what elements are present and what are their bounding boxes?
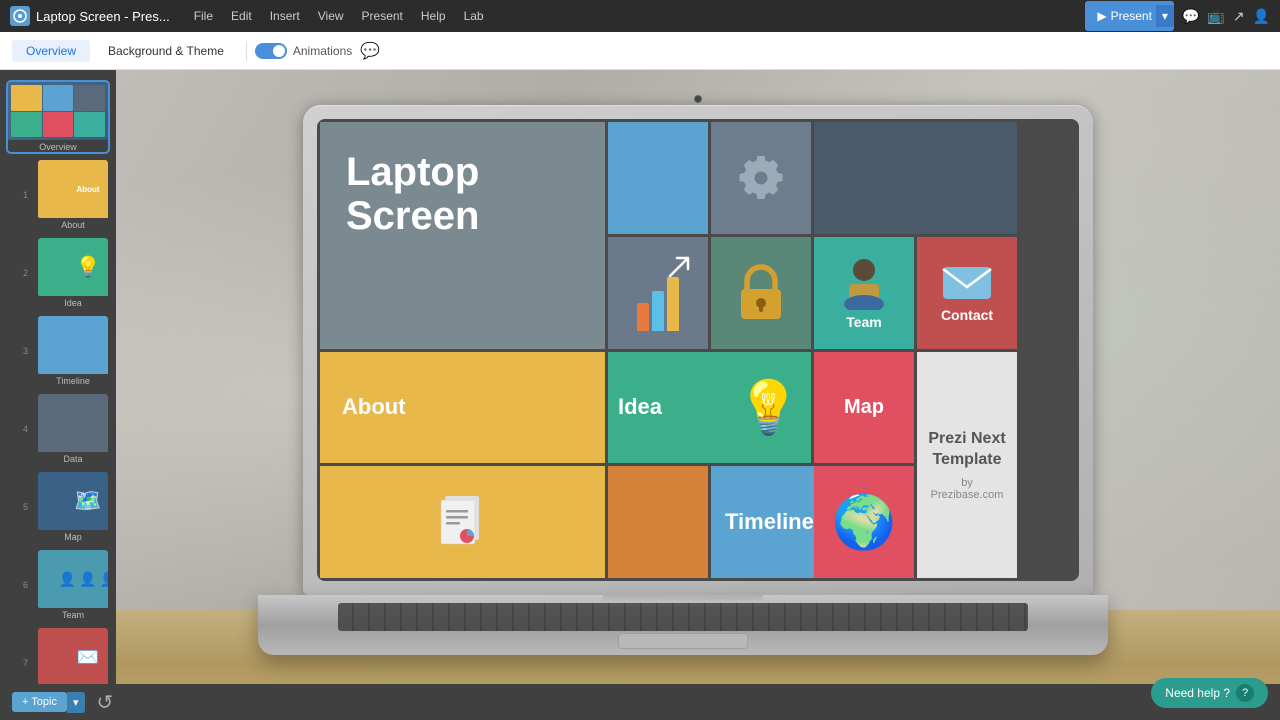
slide-item-team[interactable]: 👤👤👤 Team <box>38 550 108 620</box>
tile-chart[interactable] <box>608 237 708 349</box>
laptop-wrapper: LaptopScreen TeamContact AboutIdea💡MapPrez… <box>288 105 1108 655</box>
animations-switch[interactable] <box>255 43 287 59</box>
toolbar-divider <box>246 41 247 61</box>
slide-item-data[interactable]: Data <box>38 394 108 464</box>
slide-number-1: 1 <box>18 190 28 200</box>
tile-gear[interactable] <box>711 122 811 234</box>
share-icon[interactable]: ↗ <box>1233 8 1245 25</box>
sidebar: Overview 1 About About 2 💡 Idea 3 <box>0 70 116 720</box>
menu-bar: File Edit Insert View Present Help Lab <box>186 7 492 25</box>
menu-edit[interactable]: Edit <box>223 7 260 25</box>
slide-number-5: 5 <box>18 502 28 512</box>
tile-lock[interactable] <box>711 237 811 349</box>
slide-item-about[interactable]: About About <box>38 160 108 230</box>
slide-label-timeline: Timeline <box>38 376 108 386</box>
slide-item-timeline[interactable]: Timeline <box>38 316 108 386</box>
tile-dark-top[interactable] <box>814 122 1017 234</box>
tile-globe[interactable]: 🌍 <box>814 466 914 578</box>
tile-title[interactable]: LaptopScreen <box>320 122 605 349</box>
slide-row-4: 4 Data <box>0 390 116 468</box>
animations-label: Animations <box>293 44 352 58</box>
slide-label-map: Map <box>38 532 108 542</box>
slide-thumb-about: About <box>38 160 108 218</box>
slide-number-6: 6 <box>18 580 28 590</box>
slide-number-2: 2 <box>18 268 28 278</box>
slide-row-3: 3 Timeline <box>0 312 116 390</box>
menu-present[interactable]: Present <box>354 7 411 25</box>
app-logo-icon <box>10 6 30 26</box>
tile-person-team[interactable]: Team <box>814 237 914 349</box>
slide-number-3: 3 <box>18 346 28 356</box>
topbar-right: ▶ Present ▾ 💬 📺 ↗ 👤 <box>1085 1 1270 31</box>
slide-item-idea[interactable]: 💡 Idea <box>38 238 108 308</box>
webcam-dot <box>694 95 702 103</box>
trackpad <box>618 633 748 649</box>
tile-idea[interactable]: Idea💡 <box>608 352 811 464</box>
slide-thumb-team: 👤👤👤 <box>38 550 108 608</box>
slide-item-overview[interactable]: Overview <box>8 82 108 152</box>
presentation-grid: LaptopScreen TeamContact AboutIdea💡MapPrez… <box>317 119 1079 581</box>
tile-about[interactable]: About <box>320 352 605 464</box>
comment-icon[interactable]: 💬 <box>1182 8 1199 25</box>
tab-background-theme[interactable]: Background & Theme <box>94 40 238 62</box>
slide-row-6: 6 👤👤👤 Team <box>0 546 116 624</box>
content-area: LaptopScreen TeamContact AboutIdea💡MapPrez… <box>116 70 1280 720</box>
toolbar: Overview Background & Theme Animations 💬 <box>0 32 1280 70</box>
slide-label-team: Team <box>38 610 108 620</box>
cast-icon[interactable]: 📺 <box>1207 8 1224 25</box>
laptop-base <box>258 595 1108 655</box>
present-dropdown-icon[interactable]: ▾ <box>1156 5 1174 27</box>
account-icon[interactable]: 👤 <box>1253 8 1270 25</box>
keyboard <box>338 603 1028 631</box>
top-menu-bar: Laptop Screen - Pres... File Edit Insert… <box>0 0 1280 32</box>
help-button[interactable]: Need help ? ? <box>1151 678 1268 708</box>
laptop-screen-outer: LaptopScreen TeamContact AboutIdea💡MapPrez… <box>303 105 1093 595</box>
add-topic-label: + Topic <box>22 696 57 708</box>
slide-thumb-map: 🗺️ <box>38 472 108 530</box>
bottombar: + Topic ▾ ↺ <box>0 684 1280 720</box>
tile-document[interactable] <box>320 466 605 578</box>
slide-thumb-overview <box>8 82 108 140</box>
slide-label-about: About <box>38 220 108 230</box>
help-circle-icon: ? <box>1236 684 1254 702</box>
slide-row-1: 1 About About <box>0 156 116 234</box>
slide-label-idea: Idea <box>38 298 108 308</box>
app-logo: Laptop Screen - Pres... <box>10 6 170 26</box>
animations-toggle: Animations <box>255 43 352 59</box>
slide-number-4: 4 <box>18 424 28 434</box>
tile-orange[interactable] <box>608 466 708 578</box>
menu-help[interactable]: Help <box>413 7 454 25</box>
tile-prezi[interactable]: Prezi NextTemplateby Prezibase.com <box>917 352 1017 579</box>
laptop-screen: LaptopScreen TeamContact AboutIdea💡MapPrez… <box>317 119 1079 581</box>
thumb-about-text: About <box>76 185 99 194</box>
tile-mail-contact[interactable]: Contact <box>917 237 1017 349</box>
slide-thumb-data <box>38 394 108 452</box>
slide-row-5: 5 🗺️ Map <box>0 468 116 546</box>
main-area: Overview 1 About About 2 💡 Idea 3 <box>0 70 1280 720</box>
slide-number-7: 7 <box>18 658 28 668</box>
menu-view[interactable]: View <box>310 7 352 25</box>
toolbar-comment-icon[interactable]: 💬 <box>360 41 380 61</box>
navigate-back-icon[interactable]: ↺ <box>97 690 114 715</box>
help-label: Need help ? <box>1165 686 1230 700</box>
slide-label-overview: Overview <box>8 142 108 152</box>
slide-thumb-timeline <box>38 316 108 374</box>
menu-lab[interactable]: Lab <box>456 7 492 25</box>
app-title: Laptop Screen - Pres... <box>36 9 170 24</box>
slide-label-data: Data <box>38 454 108 464</box>
tile-blue[interactable] <box>608 122 708 234</box>
present-label: Present <box>1111 9 1152 23</box>
slide-thumb-contact: ✉️ <box>38 628 108 686</box>
topic-dropdown-arrow[interactable]: ▾ <box>67 692 85 713</box>
slide-item-map[interactable]: 🗺️ Map <box>38 472 108 542</box>
present-button[interactable]: ▶ Present ▾ <box>1085 1 1174 31</box>
tile-map[interactable]: Map <box>814 352 914 464</box>
menu-file[interactable]: File <box>186 7 221 25</box>
tab-overview[interactable]: Overview <box>12 40 90 62</box>
menu-insert[interactable]: Insert <box>262 7 308 25</box>
slide-row-2: 2 💡 Idea <box>0 234 116 312</box>
add-topic-button[interactable]: + Topic <box>12 692 67 712</box>
slide-thumb-idea: 💡 <box>38 238 108 296</box>
present-play-icon: ▶ <box>1097 9 1106 23</box>
